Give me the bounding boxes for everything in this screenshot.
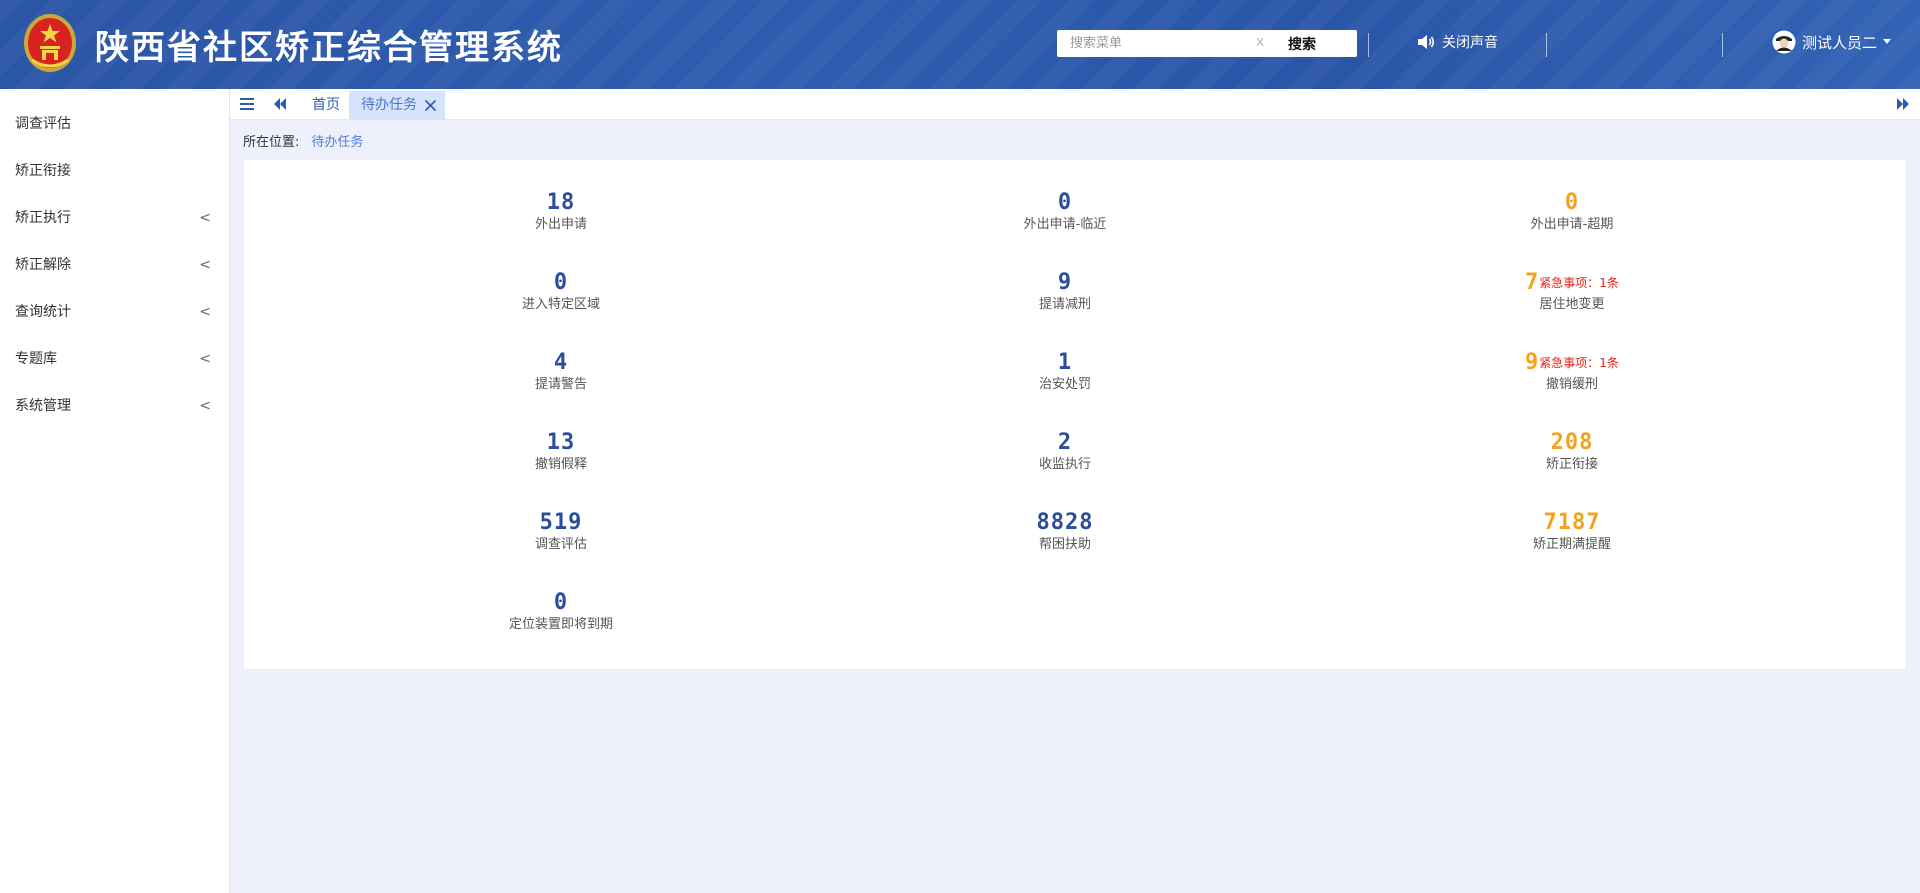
stat-count: 8828 — [1036, 510, 1094, 535]
header-divider — [1546, 33, 1547, 57]
stat-label: 外出申请-超期 — [1530, 217, 1614, 232]
menu-search-input[interactable] — [1057, 30, 1277, 57]
stat-label: 进入特定区域 — [521, 297, 600, 312]
close-icon[interactable] — [424, 99, 437, 112]
stat-label: 提请警告 — [534, 377, 587, 392]
stat-label: 收监执行 — [1038, 457, 1091, 472]
stat-label: 居住地变更 — [1539, 297, 1605, 312]
sidebar-item-topics[interactable]: 专题库 < — [0, 336, 229, 383]
breadcrumb: 所在位置: 待办任务 — [243, 131, 363, 150]
stat-sentence-reduction[interactable]: 9 提请减刑 — [905, 270, 1225, 314]
stat-investigation[interactable]: 519 调查评估 — [401, 510, 721, 554]
stat-label: 定位装置即将到期 — [508, 617, 613, 632]
stat-term-expiry-reminder[interactable]: 7187 矫正期满提醒 — [1412, 510, 1732, 554]
stat-count: 7 — [1525, 270, 1540, 295]
tab-label: 首页 — [312, 97, 340, 113]
urgent-badge: 紧急事项：1条 — [1539, 356, 1619, 370]
menu-toggle-icon[interactable] — [238, 95, 256, 113]
stat-count: 7187 — [1543, 510, 1601, 535]
sidebar-item-execution[interactable]: 矫正执行 < — [0, 195, 229, 242]
stat-count: 519 — [539, 510, 583, 535]
todo-stats-panel: 18 外出申请 0 外出申请-临近 0 外出申请-超期 0 进入特定区域 9 提… — [244, 160, 1906, 669]
user-menu[interactable]: 测试人员二 — [1772, 30, 1892, 54]
stat-outing-application[interactable]: 18 外出申请 — [401, 190, 721, 234]
chevron-left-icon: < — [199, 210, 211, 226]
stat-count: 18 — [546, 190, 576, 215]
stat-count: 0 — [1564, 190, 1580, 215]
stat-count: 208 — [1550, 430, 1594, 455]
stat-label: 治安处罚 — [1038, 377, 1091, 392]
stat-label: 撤销假释 — [534, 457, 587, 472]
caret-down-icon — [1883, 39, 1892, 44]
stat-count: 0 — [1057, 190, 1073, 215]
stat-warning-request[interactable]: 4 提请警告 — [401, 350, 721, 394]
stat-revoke-probation[interactable]: 9紧急事项：1条 撤销缓刑 — [1412, 350, 1732, 394]
toggle-sound-label: 关闭声音 — [1442, 35, 1498, 51]
speaker-icon — [1418, 35, 1435, 49]
search-clear-button[interactable]: x — [1256, 34, 1264, 50]
sidebar-item-connection[interactable]: 矫正衔接 — [0, 148, 229, 195]
header-divider — [1368, 33, 1369, 57]
sidebar-item-investigation[interactable]: 调查评估 — [0, 101, 229, 148]
stat-count: 1 — [1057, 350, 1073, 375]
breadcrumb-current[interactable]: 待办任务 — [311, 135, 363, 150]
toggle-sound-button[interactable]: 关闭声音 — [1416, 32, 1498, 52]
stat-count: 0 — [553, 590, 569, 615]
stat-label: 外出申请 — [534, 217, 587, 232]
stat-revoke-parole[interactable]: 13 撤销假释 — [401, 430, 721, 474]
tab-bar: 首页 待办任务 — [230, 89, 1920, 120]
stat-count: 13 — [546, 430, 576, 455]
user-avatar-icon — [1772, 30, 1796, 54]
stat-restricted-area[interactable]: 0 进入特定区域 — [401, 270, 721, 314]
sidebar-item-label: 系统管理 — [15, 398, 71, 414]
stat-locator-expiring[interactable]: 0 定位装置即将到期 — [401, 590, 721, 634]
sidebar-item-label: 调查评估 — [15, 116, 71, 132]
emblem-logo — [24, 14, 76, 72]
stat-label: 撤销缓刑 — [1545, 377, 1598, 392]
stat-label: 外出申请-临近 — [1023, 217, 1107, 232]
stat-correction-connection[interactable]: 208 矫正衔接 — [1412, 430, 1732, 474]
breadcrumb-prefix: 所在位置: — [243, 135, 300, 150]
stat-commitment-execution[interactable]: 2 收监执行 — [905, 430, 1225, 474]
stat-outing-near-due[interactable]: 0 外出申请-临近 — [905, 190, 1225, 234]
stat-count: 0 — [553, 270, 569, 295]
stat-label: 帮困扶助 — [1038, 537, 1091, 552]
stat-count: 9 — [1525, 350, 1540, 375]
stat-label: 提请减刑 — [1038, 297, 1091, 312]
sidebar-item-release[interactable]: 矫正解除 < — [0, 242, 229, 289]
tab-label: 待办任务 — [361, 97, 417, 113]
stat-count: 2 — [1057, 430, 1073, 455]
app-header: 陕西省社区矫正综合管理系统 x 搜索 关闭声音 测试人员二 — [0, 0, 1920, 89]
urgent-badge: 紧急事项：1条 — [1539, 276, 1619, 290]
chevron-left-icon: < — [199, 257, 211, 273]
sidebar-item-label: 矫正解除 — [15, 257, 71, 273]
sidebar-nav: 调查评估 矫正衔接 矫正执行 < 矫正解除 < 查询统计 < 专题库 < 系统管理 < — [0, 89, 230, 893]
stat-public-security-penalty[interactable]: 1 治安处罚 — [905, 350, 1225, 394]
sidebar-item-system[interactable]: 系统管理 < — [0, 383, 229, 430]
header-divider — [1722, 33, 1723, 57]
scroll-tabs-right-icon[interactable] — [1894, 95, 1912, 113]
sidebar-item-label: 专题库 — [15, 351, 57, 367]
stat-outing-overdue[interactable]: 0 外出申请-超期 — [1412, 190, 1732, 234]
app-title: 陕西省社区矫正综合管理系统 — [95, 28, 563, 68]
sidebar-item-label: 矫正衔接 — [15, 163, 71, 179]
scroll-tabs-left-icon[interactable] — [271, 95, 289, 113]
stat-count: 4 — [553, 350, 569, 375]
user-name: 测试人员二 — [1802, 33, 1878, 52]
chevron-left-icon: < — [199, 304, 211, 320]
stat-label: 矫正衔接 — [1545, 457, 1598, 472]
tab-home[interactable]: 首页 — [300, 91, 352, 120]
sidebar-item-statistics[interactable]: 查询统计 < — [0, 289, 229, 336]
stat-residence-change[interactable]: 7紧急事项：1条 居住地变更 — [1412, 270, 1732, 314]
stat-count: 9 — [1057, 270, 1073, 295]
search-button[interactable]: 搜索 — [1288, 34, 1316, 54]
stat-label: 调查评估 — [534, 537, 587, 552]
sidebar-item-label: 查询统计 — [15, 304, 71, 320]
tab-todo-tasks[interactable]: 待办任务 — [349, 91, 445, 120]
stat-label: 矫正期满提醒 — [1532, 537, 1611, 552]
chevron-left-icon: < — [199, 398, 211, 414]
chevron-left-icon: < — [199, 351, 211, 367]
sidebar-item-label: 矫正执行 — [15, 210, 71, 226]
stat-assistance[interactable]: 8828 帮困扶助 — [905, 510, 1225, 554]
